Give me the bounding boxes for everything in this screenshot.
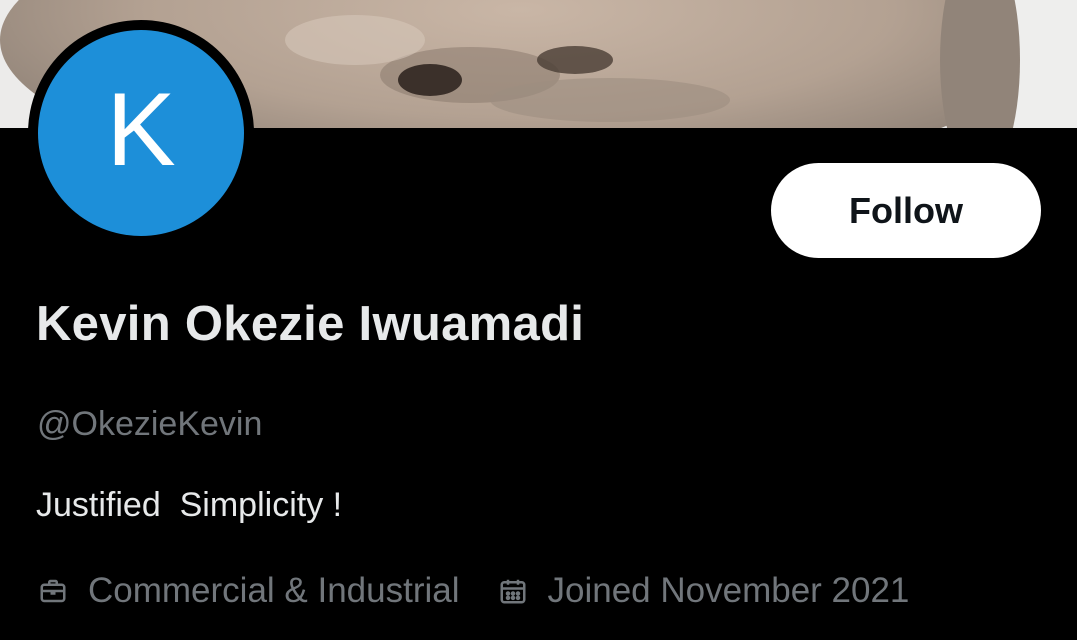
follow-button[interactable]: Follow xyxy=(771,163,1041,258)
profile-handle: @OkezieKevin xyxy=(37,405,263,443)
avatar-initial: K xyxy=(38,30,244,236)
profile-joined-label: Joined November 2021 xyxy=(547,571,910,610)
calendar-icon xyxy=(496,574,530,608)
profile-meta: Commercial & Industrial Joined November … xyxy=(36,568,909,614)
profile-display-name: Kevin Okezie Iwuamadi xyxy=(36,297,585,351)
profile-joined: Joined November 2021 xyxy=(496,571,910,611)
briefcase-icon xyxy=(36,574,70,608)
profile-category[interactable]: Commercial & Industrial xyxy=(36,571,460,611)
profile-page: K Follow Kevin Okezie Iwuamadi @OkezieKe… xyxy=(0,0,1077,640)
profile-category-label: Commercial & Industrial xyxy=(88,571,460,610)
profile-bio: Justified Simplicity ! xyxy=(36,486,343,524)
avatar[interactable]: K xyxy=(28,20,254,246)
